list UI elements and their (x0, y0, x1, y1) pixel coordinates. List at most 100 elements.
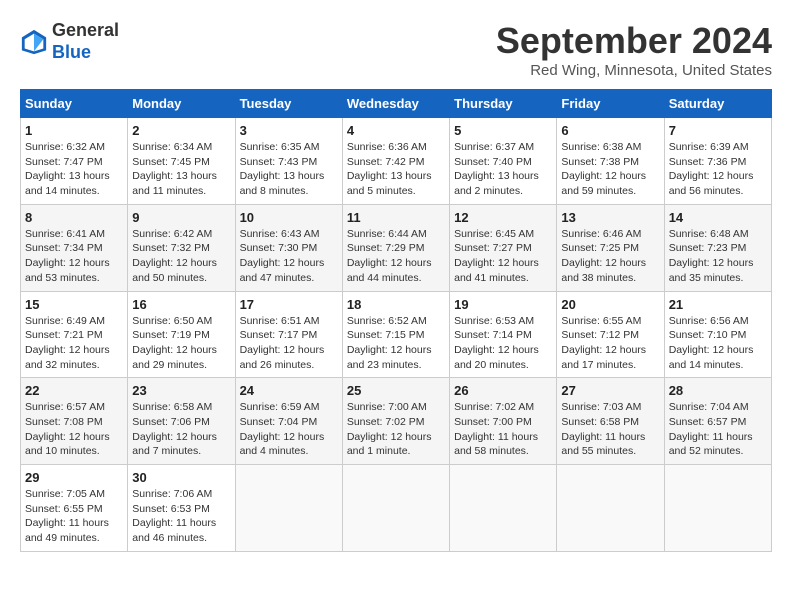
calendar-cell: 27 Sunrise: 7:03 AMSunset: 6:58 PMDayligh… (557, 378, 664, 465)
day-number: 1 (25, 123, 123, 138)
logo: General Blue (20, 20, 119, 63)
day-number: 29 (25, 470, 123, 485)
day-info: Sunrise: 7:04 AMSunset: 6:57 PMDaylight:… (669, 400, 767, 459)
day-number: 11 (347, 210, 445, 225)
day-number: 9 (132, 210, 230, 225)
day-number: 4 (347, 123, 445, 138)
week-row-1: 1Sunrise: 6:32 AMSunset: 7:47 PMDaylight… (21, 118, 772, 205)
logo-icon (20, 28, 48, 56)
day-number: 3 (240, 123, 338, 138)
day-info: Sunrise: 6:39 AMSunset: 7:36 PMDaylight:… (669, 140, 767, 199)
day-number: 23 (132, 383, 230, 398)
day-number: 7 (669, 123, 767, 138)
day-info: Sunrise: 6:49 AMSunset: 7:21 PMDaylight:… (25, 314, 123, 373)
day-number: 17 (240, 297, 338, 312)
calendar-cell: 2Sunrise: 6:34 AMSunset: 7:45 PMDaylight… (128, 118, 235, 205)
location-title: Red Wing, Minnesota, United States (496, 62, 772, 79)
calendar-cell: 14 Sunrise: 6:48 AMSunset: 7:23 PMDayligh… (664, 204, 771, 291)
day-number: 12 (454, 210, 552, 225)
day-info: Sunrise: 6:46 AMSunset: 7:25 PMDaylight:… (561, 227, 659, 286)
day-number: 27 (561, 383, 659, 398)
calendar-cell: 18 Sunrise: 6:52 AMSunset: 7:15 PMDayligh… (342, 291, 449, 378)
day-info: Sunrise: 6:55 AMSunset: 7:12 PMDaylight:… (561, 314, 659, 373)
calendar-cell: 13 Sunrise: 6:46 AMSunset: 7:25 PMDayligh… (557, 204, 664, 291)
day-number: 18 (347, 297, 445, 312)
day-info: Sunrise: 6:42 AMSunset: 7:32 PMDaylight:… (132, 227, 230, 286)
day-number: 21 (669, 297, 767, 312)
day-number: 8 (25, 210, 123, 225)
day-number: 13 (561, 210, 659, 225)
weekday-header-thursday: Thursday (450, 90, 557, 118)
calendar-cell: 7 Sunrise: 6:39 AMSunset: 7:36 PMDaylight… (664, 118, 771, 205)
calendar-table: SundayMondayTuesdayWednesdayThursdayFrid… (20, 89, 772, 552)
calendar-cell (557, 465, 664, 552)
day-info: Sunrise: 7:03 AMSunset: 6:58 PMDaylight:… (561, 400, 659, 459)
day-info: Sunrise: 6:52 AMSunset: 7:15 PMDaylight:… (347, 314, 445, 373)
weekday-header-tuesday: Tuesday (235, 90, 342, 118)
calendar-cell (450, 465, 557, 552)
week-row-3: 15 Sunrise: 6:49 AMSunset: 7:21 PMDayligh… (21, 291, 772, 378)
page-header: General Blue September 2024 Red Wing, Mi… (20, 20, 772, 79)
day-number: 20 (561, 297, 659, 312)
calendar-cell: 8 Sunrise: 6:41 AMSunset: 7:34 PMDaylight… (21, 204, 128, 291)
day-number: 19 (454, 297, 552, 312)
day-info: Sunrise: 6:36 AMSunset: 7:42 PMDaylight:… (347, 140, 445, 199)
day-number: 5 (454, 123, 552, 138)
calendar-cell: 10 Sunrise: 6:43 AMSunset: 7:30 PMDayligh… (235, 204, 342, 291)
day-number: 6 (561, 123, 659, 138)
calendar-cell: 12 Sunrise: 6:45 AMSunset: 7:27 PMDayligh… (450, 204, 557, 291)
calendar-cell: 19 Sunrise: 6:53 AMSunset: 7:14 PMDayligh… (450, 291, 557, 378)
calendar-cell (664, 465, 771, 552)
calendar-cell: 17 Sunrise: 6:51 AMSunset: 7:17 PMDayligh… (235, 291, 342, 378)
day-number: 28 (669, 383, 767, 398)
calendar-cell: 20 Sunrise: 6:55 AMSunset: 7:12 PMDayligh… (557, 291, 664, 378)
day-info: Sunrise: 6:53 AMSunset: 7:14 PMDaylight:… (454, 314, 552, 373)
day-number: 26 (454, 383, 552, 398)
day-info: Sunrise: 6:34 AMSunset: 7:45 PMDaylight:… (132, 140, 230, 199)
day-info: Sunrise: 6:48 AMSunset: 7:23 PMDaylight:… (669, 227, 767, 286)
calendar-cell: 15 Sunrise: 6:49 AMSunset: 7:21 PMDayligh… (21, 291, 128, 378)
weekday-header-saturday: Saturday (664, 90, 771, 118)
day-info: Sunrise: 7:06 AMSunset: 6:53 PMDaylight:… (132, 487, 230, 546)
calendar-cell: 5 Sunrise: 6:37 AMSunset: 7:40 PMDaylight… (450, 118, 557, 205)
title-block: September 2024 Red Wing, Minnesota, Unit… (496, 20, 772, 79)
weekday-header-monday: Monday (128, 90, 235, 118)
weekday-header-row: SundayMondayTuesdayWednesdayThursdayFrid… (21, 90, 772, 118)
calendar-cell (235, 465, 342, 552)
day-number: 10 (240, 210, 338, 225)
day-info: Sunrise: 6:43 AMSunset: 7:30 PMDaylight:… (240, 227, 338, 286)
day-number: 14 (669, 210, 767, 225)
day-info: Sunrise: 7:02 AMSunset: 7:00 PMDaylight:… (454, 400, 552, 459)
day-info: Sunrise: 6:58 AMSunset: 7:06 PMDaylight:… (132, 400, 230, 459)
month-title: September 2024 (496, 20, 772, 62)
weekday-header-wednesday: Wednesday (342, 90, 449, 118)
day-number: 24 (240, 383, 338, 398)
day-info: Sunrise: 6:38 AMSunset: 7:38 PMDaylight:… (561, 140, 659, 199)
calendar-cell: 25Sunrise: 7:00 AMSunset: 7:02 PMDayligh… (342, 378, 449, 465)
day-info: Sunrise: 6:59 AMSunset: 7:04 PMDaylight:… (240, 400, 338, 459)
calendar-cell: 11 Sunrise: 6:44 AMSunset: 7:29 PMDayligh… (342, 204, 449, 291)
calendar-cell: 26 Sunrise: 7:02 AMSunset: 7:00 PMDayligh… (450, 378, 557, 465)
calendar-cell: 28 Sunrise: 7:04 AMSunset: 6:57 PMDayligh… (664, 378, 771, 465)
day-info: Sunrise: 6:51 AMSunset: 7:17 PMDaylight:… (240, 314, 338, 373)
calendar-cell: 6 Sunrise: 6:38 AMSunset: 7:38 PMDaylight… (557, 118, 664, 205)
weekday-header-sunday: Sunday (21, 90, 128, 118)
day-info: Sunrise: 7:05 AMSunset: 6:55 PMDaylight:… (25, 487, 123, 546)
day-info: Sunrise: 6:50 AMSunset: 7:19 PMDaylight:… (132, 314, 230, 373)
day-number: 16 (132, 297, 230, 312)
day-info: Sunrise: 6:41 AMSunset: 7:34 PMDaylight:… (25, 227, 123, 286)
logo-blue-text: Blue (52, 42, 91, 62)
day-info: Sunrise: 6:35 AMSunset: 7:43 PMDaylight:… (240, 140, 338, 199)
logo-general-text: General (52, 20, 119, 40)
week-row-5: 29 Sunrise: 7:05 AMSunset: 6:55 PMDayligh… (21, 465, 772, 552)
day-number: 15 (25, 297, 123, 312)
calendar-cell: 24 Sunrise: 6:59 AMSunset: 7:04 PMDayligh… (235, 378, 342, 465)
day-info: Sunrise: 6:45 AMSunset: 7:27 PMDaylight:… (454, 227, 552, 286)
day-number: 22 (25, 383, 123, 398)
day-number: 30 (132, 470, 230, 485)
day-info: Sunrise: 6:44 AMSunset: 7:29 PMDaylight:… (347, 227, 445, 286)
day-number: 25 (347, 383, 445, 398)
day-info: Sunrise: 6:37 AMSunset: 7:40 PMDaylight:… (454, 140, 552, 199)
calendar-cell: 4 Sunrise: 6:36 AMSunset: 7:42 PMDaylight… (342, 118, 449, 205)
calendar-cell: 21Sunrise: 6:56 AMSunset: 7:10 PMDayligh… (664, 291, 771, 378)
